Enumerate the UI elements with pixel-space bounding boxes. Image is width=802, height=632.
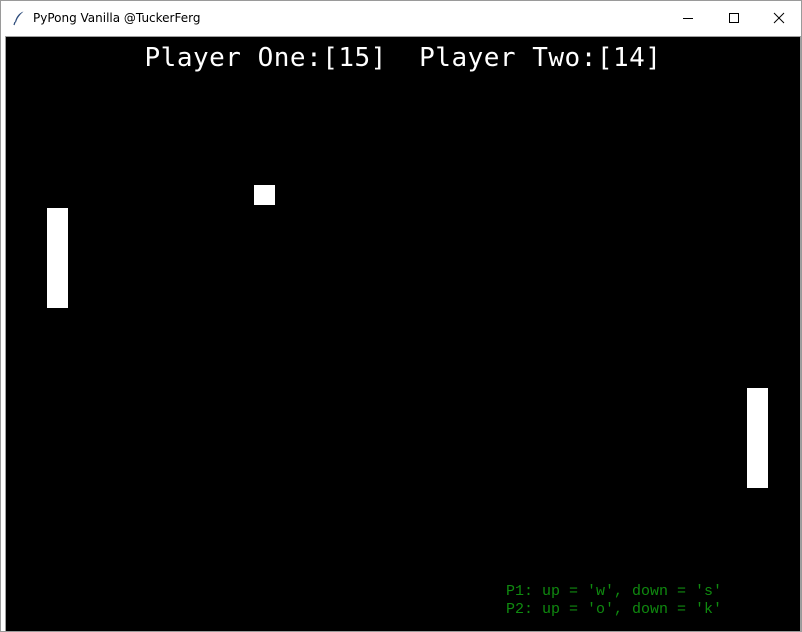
title-bar[interactable]: PyPong Vanilla @TuckerFerg: [1, 1, 801, 35]
window-title: PyPong Vanilla @TuckerFerg: [33, 11, 201, 25]
game-canvas[interactable]: Player One:[15] Player Two:[14] P1: up =…: [5, 36, 801, 631]
p2-controls: P2: up = 'o', down = 'k': [506, 601, 723, 618]
right-paddle: [747, 388, 768, 488]
scoreboard: Player One:[15] Player Two:[14]: [6, 43, 800, 73]
controls-help: P1: up = 'w', down = 's' P2: up = 'o', do…: [506, 583, 722, 619]
player-two-score: [14]: [596, 43, 662, 73]
feather-icon: [13, 11, 24, 26]
close-button[interactable]: [756, 1, 802, 35]
player-one-label: Player One:: [144, 43, 323, 73]
close-icon: [773, 12, 785, 24]
minimize-icon: [683, 18, 693, 19]
app-window: PyPong Vanilla @TuckerFerg Player One:[1…: [0, 0, 802, 632]
minimize-button[interactable]: [665, 1, 711, 35]
score-gap: [387, 43, 419, 73]
ball: [254, 185, 275, 205]
maximize-icon: [729, 13, 739, 23]
p1-controls: P1: up = 'w', down = 's': [506, 583, 723, 600]
player-two-label: Player Two:: [419, 43, 597, 73]
maximize-button[interactable]: [711, 1, 757, 35]
player-one-score: [15]: [322, 43, 387, 73]
left-paddle: [47, 208, 68, 308]
